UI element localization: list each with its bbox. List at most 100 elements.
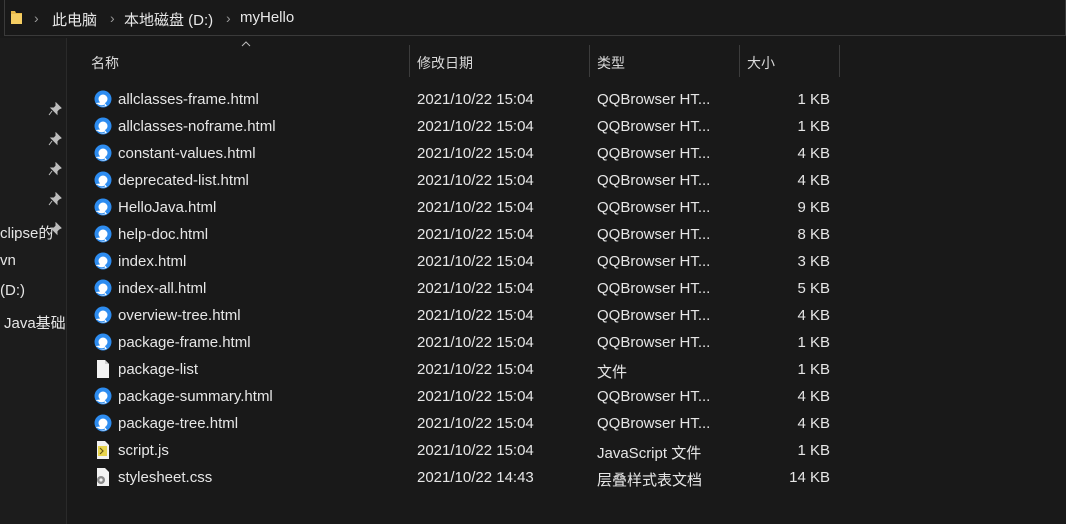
file-date-cell: 2021/10/22 15:04 — [417, 253, 534, 270]
nav-item-vn[interactable]: vn — [0, 252, 16, 269]
file-size-cell: 4 KB — [797, 172, 830, 189]
file-date-cell: 2021/10/22 15:04 — [417, 280, 534, 297]
file-size-cell: 1 KB — [797, 442, 830, 459]
table-row[interactable]: index.html 2021/10/22 15:04 QQBrowser HT..… — [67, 248, 1066, 275]
file-type-cell: 层叠样式表文档 — [597, 472, 703, 489]
chevron-right-icon: › — [226, 10, 231, 26]
file-size-cell: 1 KB — [797, 361, 830, 378]
table-row[interactable]: package-list 2021/10/22 15:04 文件 1 KB — [67, 356, 1066, 383]
file-date-cell: 2021/10/22 15:04 — [417, 145, 534, 162]
breadcrumb-this-pc[interactable]: 此电脑 — [52, 9, 97, 30]
file-size-cell: 5 KB — [797, 280, 830, 297]
file-date-cell: 2021/10/22 15:04 — [417, 415, 534, 432]
file-name-cell[interactable]: script.js — [118, 442, 169, 459]
navigation-pane: clipse的 vn (D:) Java基础. — [0, 38, 70, 524]
file-type-cell: QQBrowser HT... — [597, 199, 711, 216]
file-date-cell: 2021/10/22 15:04 — [417, 118, 534, 135]
file-size-cell: 9 KB — [797, 199, 830, 216]
chevron-right-icon: › — [110, 10, 115, 26]
table-row[interactable]: package-summary.html 2021/10/22 15:04 QQBr… — [67, 383, 1066, 410]
nav-item-drive-d[interactable]: (D:) — [0, 282, 25, 299]
file-size-cell: 4 KB — [797, 307, 830, 324]
css-file-icon — [93, 467, 113, 487]
breadcrumb-current-folder[interactable]: myHello — [240, 9, 294, 26]
file-name-cell[interactable]: stylesheet.css — [118, 469, 212, 486]
table-row[interactable]: stylesheet.css 2021/10/22 14:43 层叠样式表文档 14 … — [67, 464, 1066, 491]
table-row[interactable]: overview-tree.html 2021/10/22 15:04 QQBrow… — [67, 302, 1066, 329]
file-date-cell: 2021/10/22 15:04 — [417, 226, 534, 243]
qqbrowser-html-icon — [93, 386, 113, 406]
file-list: 名称 修改日期 类型 大小 allclasses-frame.html 2021/… — [67, 38, 1066, 524]
file-size-cell: 4 KB — [797, 145, 830, 162]
column-divider[interactable] — [589, 45, 590, 77]
file-date-cell: 2021/10/22 15:04 — [417, 91, 534, 108]
file-name-cell[interactable]: allclasses-frame.html — [118, 91, 259, 108]
javascript-file-icon — [93, 440, 113, 460]
file-date-cell: 2021/10/22 14:43 — [417, 469, 534, 486]
file-type-cell: QQBrowser HT... — [597, 388, 711, 405]
column-divider[interactable] — [739, 45, 740, 77]
qqbrowser-html-icon — [93, 278, 113, 298]
pin-icon[interactable] — [48, 162, 62, 176]
pin-icon[interactable] — [48, 132, 62, 146]
column-divider[interactable] — [409, 45, 410, 77]
file-name-cell[interactable]: package-tree.html — [118, 415, 238, 432]
qqbrowser-html-icon — [93, 89, 113, 109]
table-row[interactable]: HelloJava.html 2021/10/22 15:04 QQBrowser … — [67, 194, 1066, 221]
qqbrowser-html-icon — [93, 170, 113, 190]
file-type-cell: QQBrowser HT... — [597, 307, 711, 324]
file-name-cell[interactable]: index-all.html — [118, 280, 206, 297]
table-row[interactable]: package-frame.html 2021/10/22 15:04 QQBrow… — [67, 329, 1066, 356]
table-row[interactable]: help-doc.html 2021/10/22 15:04 QQBrowser H… — [67, 221, 1066, 248]
table-row[interactable]: index-all.html 2021/10/22 15:04 QQBrowser … — [67, 275, 1066, 302]
qqbrowser-html-icon — [93, 413, 113, 433]
file-size-cell: 4 KB — [797, 415, 830, 432]
file-size-cell: 1 KB — [797, 334, 830, 351]
table-row[interactable]: constant-values.html 2021/10/22 15:04 QQBr… — [67, 140, 1066, 167]
file-date-cell: 2021/10/22 15:04 — [417, 442, 534, 459]
file-name-cell[interactable]: HelloJava.html — [118, 199, 216, 216]
file-name-cell[interactable]: deprecated-list.html — [118, 172, 249, 189]
column-header-name[interactable]: 名称 — [91, 53, 119, 73]
file-name-cell[interactable]: help-doc.html — [118, 226, 208, 243]
pin-icon[interactable] — [48, 222, 62, 236]
address-bar[interactable]: › 此电脑 › 本地磁盘 (D:) › myHello — [0, 0, 1066, 38]
file-size-cell: 3 KB — [797, 253, 830, 270]
file-size-cell: 14 KB — [789, 469, 830, 486]
table-row[interactable]: allclasses-frame.html 2021/10/22 15:04 QQB… — [67, 86, 1066, 113]
qqbrowser-html-icon — [93, 251, 113, 271]
nav-item-eclipse[interactable]: clipse的 — [0, 222, 53, 243]
file-name-cell[interactable]: constant-values.html — [118, 145, 256, 162]
file-size-cell: 4 KB — [797, 388, 830, 405]
blank-file-icon — [93, 359, 113, 379]
qqbrowser-html-icon — [93, 143, 113, 163]
file-type-cell: QQBrowser HT... — [597, 334, 711, 351]
table-row[interactable]: script.js 2021/10/22 15:04 JavaScript 文件 1 … — [67, 437, 1066, 464]
file-name-cell[interactable]: overview-tree.html — [118, 307, 241, 324]
pin-icon[interactable] — [48, 192, 62, 206]
file-date-cell: 2021/10/22 15:04 — [417, 334, 534, 351]
table-row[interactable]: package-tree.html 2021/10/22 15:04 QQBrows… — [67, 410, 1066, 437]
file-date-cell: 2021/10/22 15:04 — [417, 172, 534, 189]
file-type-cell: QQBrowser HT... — [597, 280, 711, 297]
nav-item-java-basics[interactable]: Java基础. — [4, 312, 70, 333]
column-header-type[interactable]: 类型 — [597, 53, 625, 73]
file-name-cell[interactable]: package-list — [118, 361, 198, 378]
file-name-cell[interactable]: package-frame.html — [118, 334, 251, 351]
table-row[interactable]: allclasses-noframe.html 2021/10/22 15:04 Q… — [67, 113, 1066, 140]
qqbrowser-html-icon — [93, 332, 113, 352]
column-header-size[interactable]: 大小 — [747, 53, 775, 73]
column-header-date[interactable]: 修改日期 — [417, 53, 473, 73]
file-type-cell: QQBrowser HT... — [597, 253, 711, 270]
file-type-cell: QQBrowser HT... — [597, 226, 711, 243]
qqbrowser-html-icon — [93, 197, 113, 217]
file-name-cell[interactable]: package-summary.html — [118, 388, 273, 405]
file-size-cell: 1 KB — [797, 118, 830, 135]
file-name-cell[interactable]: index.html — [118, 253, 186, 270]
table-row[interactable]: deprecated-list.html 2021/10/22 15:04 QQBr… — [67, 167, 1066, 194]
pin-icon[interactable] — [48, 102, 62, 116]
column-divider[interactable] — [839, 45, 840, 77]
file-name-cell[interactable]: allclasses-noframe.html — [118, 118, 276, 135]
breadcrumb-drive-d[interactable]: 本地磁盘 (D:) — [124, 9, 213, 30]
file-size-cell: 1 KB — [797, 91, 830, 108]
